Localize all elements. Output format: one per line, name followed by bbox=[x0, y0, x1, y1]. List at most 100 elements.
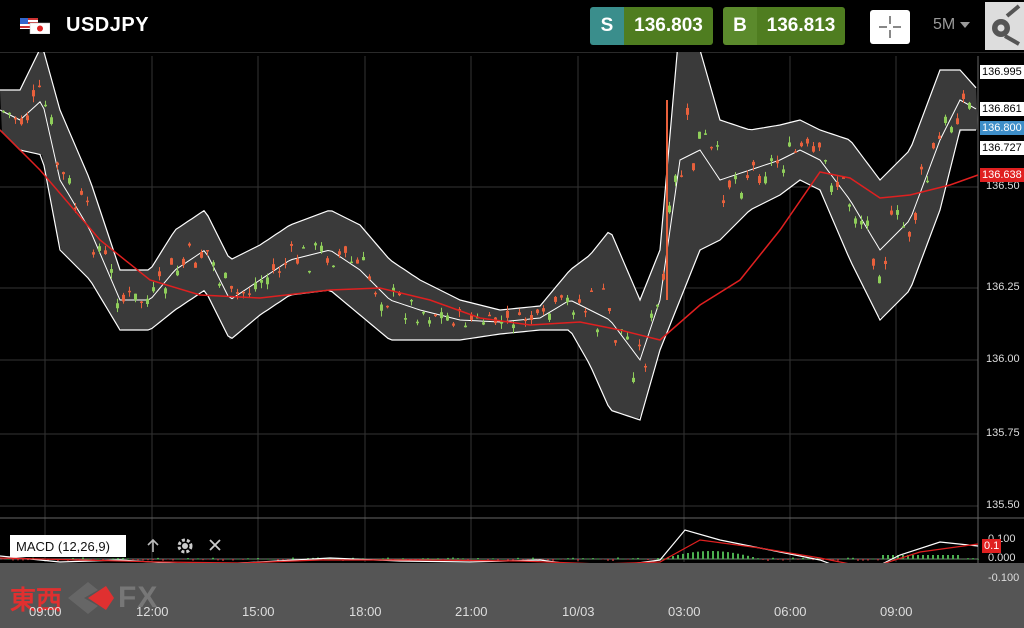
candle-body bbox=[188, 243, 191, 246]
candle-body bbox=[212, 262, 215, 266]
sell-button[interactable]: S 136.803 bbox=[590, 7, 713, 45]
candle-body bbox=[122, 294, 125, 302]
candle-body bbox=[512, 324, 515, 329]
candle-body bbox=[344, 246, 347, 253]
candle-body bbox=[134, 293, 137, 301]
candle-body bbox=[962, 93, 965, 100]
macd-histogram-bar bbox=[472, 558, 474, 560]
macd-histogram-bar bbox=[657, 558, 659, 560]
candle-body bbox=[656, 304, 659, 307]
candle-body bbox=[896, 210, 899, 215]
timeframe-selector[interactable]: 5M bbox=[933, 16, 970, 34]
macd-histogram-bar bbox=[672, 556, 674, 560]
macd-histogram-bar bbox=[957, 555, 959, 560]
macd-histogram-bar bbox=[212, 557, 214, 560]
macd-histogram-bar bbox=[482, 558, 484, 560]
macd-histogram-bar bbox=[87, 558, 89, 560]
macd-histogram-bar bbox=[607, 559, 609, 561]
macd-histogram-bar bbox=[782, 559, 784, 561]
macd-histogram-bar bbox=[22, 559, 24, 561]
candle-body bbox=[854, 218, 857, 224]
price-tick-label: 135.50 bbox=[986, 499, 1020, 511]
candle-body bbox=[14, 117, 17, 120]
gear-icon[interactable] bbox=[176, 537, 194, 555]
candle-body bbox=[230, 285, 233, 289]
candle-body bbox=[848, 204, 851, 207]
candle-body bbox=[890, 210, 893, 215]
chart-settings-button[interactable] bbox=[985, 2, 1024, 50]
candle-body bbox=[830, 185, 833, 192]
candle-body bbox=[104, 250, 107, 255]
macd-histogram-bar bbox=[227, 558, 229, 560]
macd-histogram-bar bbox=[197, 558, 199, 560]
crosshair-button[interactable] bbox=[870, 10, 910, 44]
macd-histogram-bar bbox=[842, 558, 844, 560]
candle-body bbox=[44, 104, 47, 107]
price-level-tag: 136.995 bbox=[980, 65, 1024, 79]
candle-body bbox=[170, 258, 173, 265]
macd-histogram-bar bbox=[772, 557, 774, 560]
buy-tag: B bbox=[723, 7, 757, 45]
candle-body bbox=[452, 323, 455, 326]
candle-body bbox=[386, 305, 389, 308]
candle-body bbox=[356, 259, 359, 264]
buy-button[interactable]: B 136.813 bbox=[723, 7, 845, 45]
macd-histogram-bar bbox=[572, 557, 574, 560]
candle-body bbox=[242, 291, 245, 294]
macd-histogram-bar bbox=[802, 557, 804, 560]
macd-histogram-bar bbox=[752, 557, 754, 560]
candle-body bbox=[446, 315, 449, 321]
candle-body bbox=[644, 365, 647, 368]
macd-indicator-label[interactable]: MACD (12,26,9) bbox=[10, 535, 126, 557]
arrow-up-icon[interactable] bbox=[146, 538, 160, 554]
candle-body bbox=[74, 207, 77, 210]
macd-histogram-bar bbox=[147, 559, 149, 561]
close-icon[interactable] bbox=[208, 538, 222, 552]
macd-histogram-bar bbox=[932, 555, 934, 560]
macd-histogram-bar bbox=[702, 551, 704, 560]
macd-histogram-bar bbox=[742, 554, 744, 560]
candle-body bbox=[422, 311, 425, 314]
candle-body bbox=[362, 257, 365, 261]
candle-body bbox=[722, 200, 725, 204]
macd-histogram-bar bbox=[972, 558, 974, 560]
candle-body bbox=[332, 265, 335, 268]
price-level-tag: 136.727 bbox=[980, 141, 1024, 155]
macd-histogram-bar bbox=[387, 557, 389, 560]
candle-body bbox=[662, 273, 665, 280]
candle-body bbox=[338, 251, 341, 255]
macd-histogram-bar bbox=[232, 559, 234, 561]
macd-histogram-bar bbox=[877, 559, 879, 561]
candle-body bbox=[926, 180, 929, 183]
candle-body bbox=[26, 115, 29, 121]
time-tick-label: 18:00 bbox=[349, 604, 382, 619]
candle-body bbox=[686, 107, 689, 115]
macd-histogram-bar bbox=[432, 558, 434, 560]
macd-histogram-bar bbox=[122, 557, 124, 560]
time-tick-label: 09:00 bbox=[29, 604, 62, 619]
candle-body bbox=[782, 169, 785, 173]
candle-body bbox=[488, 314, 491, 317]
candle-body bbox=[908, 231, 911, 237]
candle-body bbox=[374, 292, 377, 295]
price-level-tag: 136.800 bbox=[980, 121, 1024, 135]
candle-body bbox=[146, 298, 149, 305]
macd-histogram-bar bbox=[97, 558, 99, 560]
candle-body bbox=[368, 276, 371, 280]
candle-body bbox=[524, 319, 527, 322]
macd-histogram-bar bbox=[192, 559, 194, 561]
time-tick-label: 10/03 bbox=[562, 604, 595, 619]
price-tick-label: 136.25 bbox=[986, 281, 1020, 293]
candle-body bbox=[308, 270, 311, 273]
candle-body bbox=[704, 133, 707, 135]
macd-histogram-bar bbox=[2, 559, 4, 560]
sell-tag: S bbox=[590, 7, 624, 45]
candle-body bbox=[728, 180, 731, 188]
macd-histogram-bar bbox=[457, 558, 459, 560]
candle-body bbox=[968, 102, 971, 109]
candle-body bbox=[668, 205, 671, 213]
candle-body bbox=[92, 252, 95, 255]
macd-histogram-bar bbox=[722, 551, 724, 560]
time-tick-label: 15:00 bbox=[242, 604, 275, 619]
macd-histogram-bar bbox=[967, 558, 969, 560]
